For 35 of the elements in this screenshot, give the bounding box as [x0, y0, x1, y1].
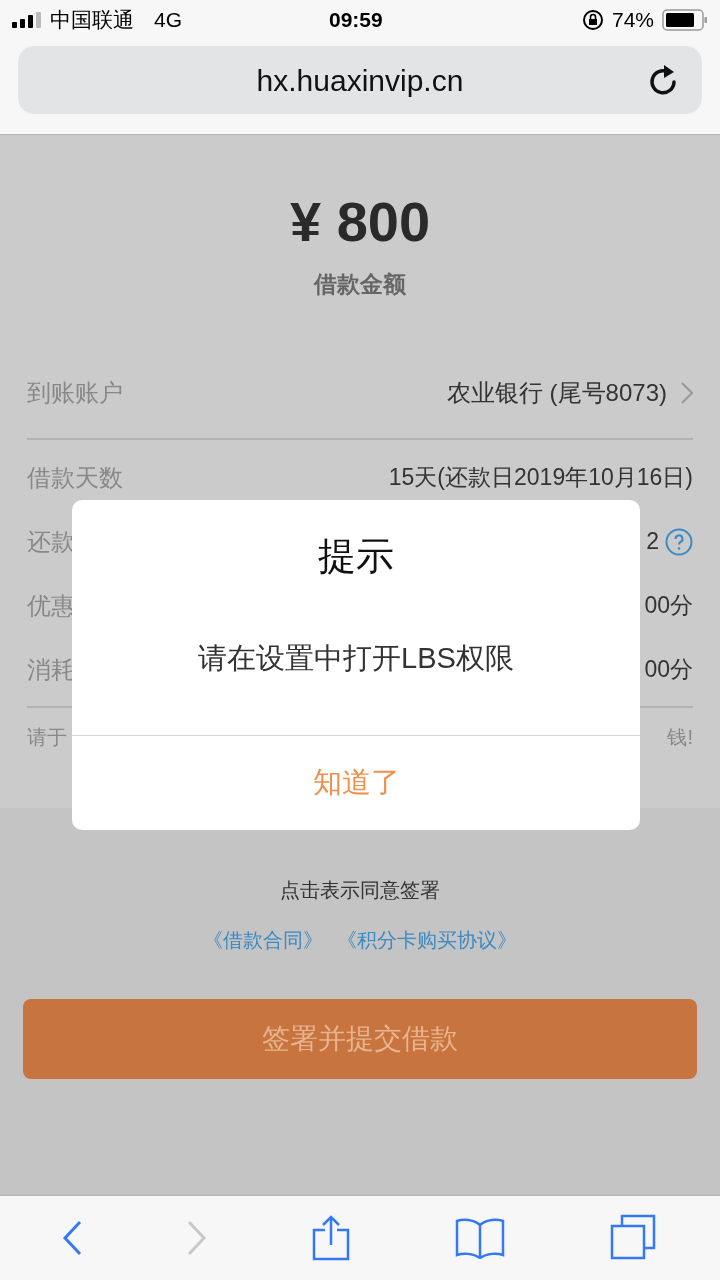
row-label: 到账账户 [27, 377, 123, 408]
tabs-icon[interactable] [609, 1214, 658, 1262]
loan-amount: ¥ 800 [289, 189, 431, 255]
battery-icon [662, 9, 708, 31]
row-value: 2 [646, 527, 659, 557]
row-value: 农业银行 (尾号8073) [446, 377, 667, 408]
clock-time: 09:59 [329, 7, 383, 34]
rotation-lock-icon [581, 9, 604, 31]
submit-button[interactable]: 签署并提交借款 [23, 999, 697, 1079]
signal-icon [12, 12, 42, 28]
row-label: 还款 [27, 526, 75, 557]
note-text: 请于 [27, 724, 67, 750]
agreement-text: 点击表示同意签署 [280, 878, 440, 903]
row-label: 借款天数 [27, 462, 123, 493]
dialog-title: 提示 [318, 534, 394, 579]
chevron-right-icon [681, 381, 693, 404]
url-text: hx.huaxinvip.cn [256, 62, 464, 99]
row-value: 15天(还款日2019年10月16日) [388, 463, 693, 493]
back-icon[interactable] [62, 1220, 83, 1256]
book-icon[interactable] [454, 1217, 505, 1259]
agreement-link[interactable]: 《积分卡购买协议》 [337, 925, 517, 955]
note-text: 钱! [667, 724, 693, 750]
battery-percent: 74% [611, 7, 654, 34]
dialog-ok-button[interactable]: 知道了 [72, 735, 640, 830]
agreement-link[interactable]: 《借款合同》 [203, 925, 323, 955]
account-row[interactable]: 到账账户 农业银行 (尾号8073) [27, 367, 693, 440]
dialog-message: 请在设置中打开LBS权限 [198, 641, 514, 676]
help-icon[interactable] [665, 527, 693, 556]
row-value: 00分 [644, 591, 693, 621]
network-type: 4G [154, 7, 182, 34]
row-value: 00分 [644, 655, 693, 685]
address-bar[interactable]: hx.huaxinvip.cn [18, 46, 702, 114]
carrier-name: 中国联通 [50, 7, 134, 34]
share-icon[interactable] [312, 1215, 350, 1261]
amount-label: 借款金额 [314, 270, 406, 299]
